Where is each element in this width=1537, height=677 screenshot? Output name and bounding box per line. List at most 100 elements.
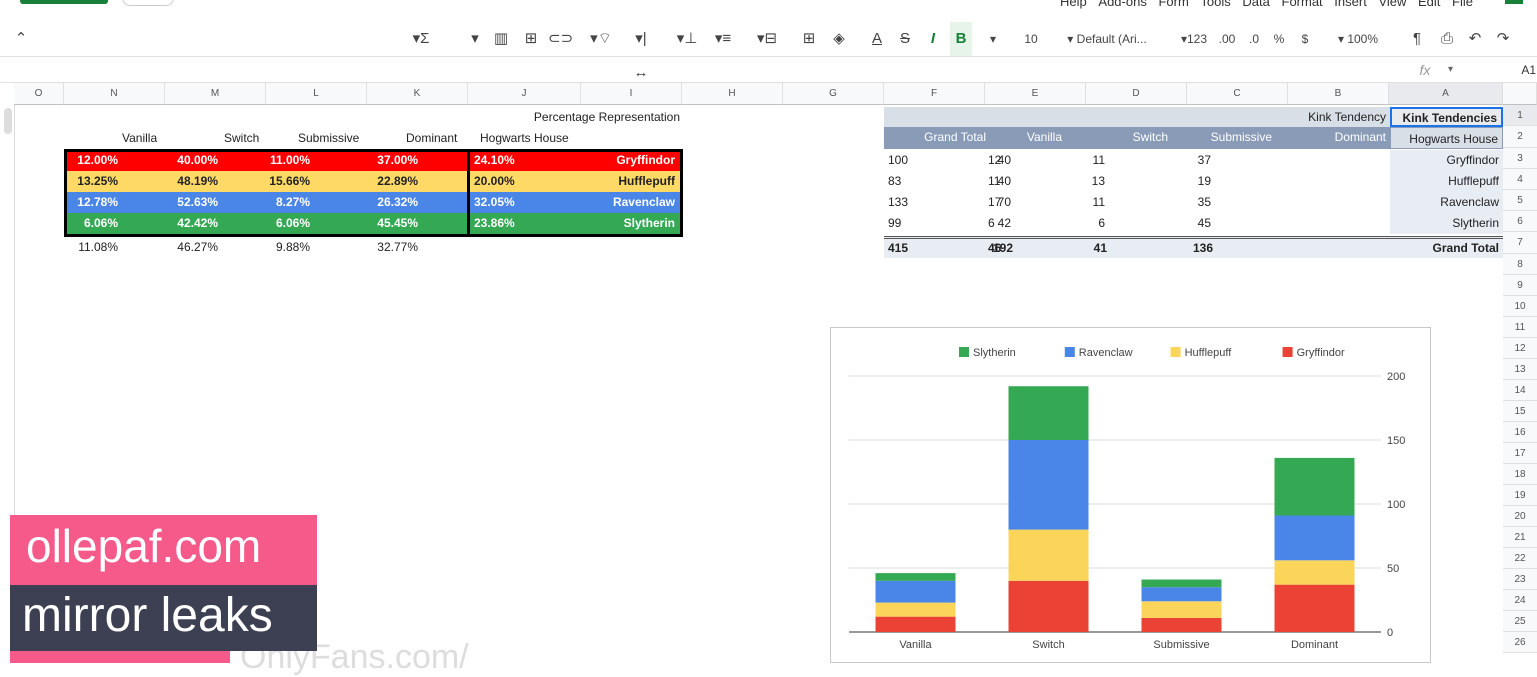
menu-format[interactable]: Format	[1282, 0, 1323, 9]
menu-tools[interactable]: Tools	[1200, 0, 1230, 9]
percentage-col-vanilla[interactable]: Vanilla	[122, 131, 182, 147]
more-formats-button[interactable]: ▾123	[1176, 22, 1212, 56]
font-size-dropdown-icon[interactable]: ▾	[984, 22, 1002, 56]
column-header-l[interactable]: L	[266, 83, 367, 105]
row-header-12[interactable]: 12	[1503, 338, 1537, 359]
pivot-cell-dominant[interactable]: 19	[1189, 174, 1211, 188]
menu-form[interactable]: Form	[1158, 0, 1188, 9]
pivot-cell-submissive[interactable]: 13	[1083, 174, 1105, 188]
column-header-b[interactable]: B	[1288, 83, 1389, 105]
font-size-field[interactable]: 10	[1016, 22, 1046, 56]
column-header-d[interactable]: D	[1086, 83, 1187, 105]
pivot-cell-submissive[interactable]: 6	[1083, 216, 1105, 230]
row-header-5[interactable]: 5	[1503, 190, 1537, 211]
percentage-cell[interactable]: 6.06%	[66, 213, 118, 234]
column-header-f[interactable]: F	[884, 83, 985, 105]
select-all-corner[interactable]	[1503, 83, 1537, 105]
currency-button[interactable]: $	[1296, 22, 1314, 56]
zoom-selector[interactable]: ▾ 100%	[1330, 22, 1386, 56]
account-chip[interactable]	[122, 0, 174, 6]
percentage-total-submissive[interactable]: 9.88%	[266, 240, 310, 256]
italic-icon[interactable]: I	[922, 22, 944, 56]
row-header-1[interactable]: 1	[1503, 105, 1537, 126]
percentage-row-header[interactable]: Hogwarts House	[480, 131, 580, 147]
column-header-g[interactable]: G	[783, 83, 884, 105]
strikethrough-icon[interactable]: S	[894, 22, 916, 56]
percentage-total-dominant[interactable]: 32.77%	[366, 240, 418, 256]
column-header-a[interactable]: A	[1389, 83, 1503, 105]
fill-color-icon[interactable]: ◈	[828, 22, 850, 56]
column-header-m[interactable]: M	[165, 83, 266, 105]
pivot-cell-grand-total[interactable]: 100	[888, 153, 908, 167]
font-selector[interactable]: ▾ Default (Ari...	[1060, 22, 1154, 56]
pivot-title-value[interactable]: Kink Tendency	[884, 107, 1390, 127]
percentage-row-house[interactable]: Ravenclaw	[613, 192, 675, 213]
row-header-15[interactable]: 15	[1503, 401, 1537, 422]
percentage-cell[interactable]: 45.45%	[366, 213, 418, 234]
text-color-icon[interactable]: A	[866, 22, 888, 56]
percent-button[interactable]: %	[1270, 22, 1288, 56]
percentage-cell[interactable]: 26.32%	[366, 192, 418, 213]
percentage-col-switch[interactable]: Switch	[224, 131, 284, 147]
percentage-cell[interactable]: 12.78%	[66, 192, 118, 213]
pivot-row-header[interactable]: Hogwarts House	[1390, 127, 1503, 149]
row-header-24[interactable]: 24	[1503, 590, 1537, 611]
percentage-cell[interactable]: 42.42%	[166, 213, 218, 234]
paint-format-icon[interactable]: ¶	[1406, 22, 1428, 56]
row-header-26[interactable]: 26	[1503, 632, 1537, 653]
filter-icon[interactable]: ▾	[464, 22, 486, 56]
row-header-23[interactable]: 23	[1503, 569, 1537, 590]
text-wrap-icon[interactable]: ▾|↔	[630, 22, 652, 81]
bold-icon[interactable]: B	[950, 22, 972, 56]
print-icon[interactable]: ⎙	[1436, 22, 1458, 56]
row-header-21[interactable]: 21	[1503, 527, 1537, 548]
decrease-decimals-button[interactable]: .0	[1244, 22, 1264, 56]
row-header-6[interactable]: 6	[1503, 211, 1537, 232]
percentage-col-submissive[interactable]: Submissive	[298, 131, 378, 147]
merge-cells-icon[interactable]: ▾⊟	[756, 22, 778, 56]
menu-help[interactable]: Help	[1060, 0, 1087, 9]
column-header-h[interactable]: H	[682, 83, 783, 105]
pivot-cell-vanilla[interactable]: 11	[988, 174, 1000, 188]
percentage-cell[interactable]: 23.86%	[474, 213, 522, 234]
column-header-c[interactable]: C	[1187, 83, 1288, 105]
percentage-cell[interactable]: 12.00%	[66, 150, 118, 171]
percentage-cell[interactable]: 40.00%	[166, 150, 218, 171]
percentage-cell[interactable]: 52.63%	[166, 192, 218, 213]
row-header-7[interactable]: 7	[1503, 232, 1537, 254]
row-header-3[interactable]: 3	[1503, 148, 1537, 169]
pivot-cell-dominant[interactable]: 35	[1189, 195, 1211, 209]
pivot-row-label[interactable]: Hufflepuff	[1390, 171, 1503, 192]
horizontal-scroll-handle[interactable]	[4, 108, 12, 134]
pivot-cell-dominant[interactable]: 37	[1189, 153, 1211, 167]
column-header-n[interactable]: N	[64, 83, 165, 105]
pivot-cell-grand-total[interactable]: 133	[888, 195, 908, 209]
row-header-18[interactable]: 18	[1503, 464, 1537, 485]
column-header-k[interactable]: K	[367, 83, 468, 105]
collapse-toolbar-icon[interactable]: ⌃	[10, 22, 32, 56]
percentage-cell[interactable]: 8.27%	[266, 192, 310, 213]
column-header-i[interactable]: I	[581, 83, 682, 105]
pivot-cell-grand-total[interactable]: 99	[888, 216, 901, 230]
pivot-row-label[interactable]: Slytherin	[1390, 213, 1503, 234]
vertical-align-icon[interactable]: ▾⊥	[676, 22, 698, 56]
column-header-o[interactable]: O	[14, 83, 64, 105]
percentage-cell[interactable]: 6.06%	[266, 213, 310, 234]
row-header-19[interactable]: 19	[1503, 485, 1537, 506]
pivot-row-label[interactable]: Gryffindor	[1390, 150, 1503, 171]
increase-decimals-button[interactable]: .00	[1214, 22, 1240, 56]
percentage-total-vanilla[interactable]: 11.08%	[66, 240, 118, 256]
row-header-17[interactable]: 17	[1503, 443, 1537, 464]
percentage-cell[interactable]: 22.89%	[366, 171, 418, 192]
percentage-row-house[interactable]: Gryffindor	[616, 150, 675, 171]
percentage-cell[interactable]: 20.00%	[474, 171, 522, 192]
pivot-cell-vanilla[interactable]: 6	[988, 216, 995, 230]
percentage-cell[interactable]: 24.10%	[474, 150, 522, 171]
row-header-9[interactable]: 9	[1503, 275, 1537, 296]
undo-icon[interactable]: ↶	[1464, 22, 1486, 56]
percentage-cell[interactable]: 15.66%	[266, 171, 310, 192]
row-header-20[interactable]: 20	[1503, 506, 1537, 527]
name-box[interactable]: A1	[1500, 58, 1536, 82]
menu-edit[interactable]: Edit	[1418, 0, 1440, 9]
text-rotation-icon[interactable]: ▾⌔	[590, 22, 612, 56]
